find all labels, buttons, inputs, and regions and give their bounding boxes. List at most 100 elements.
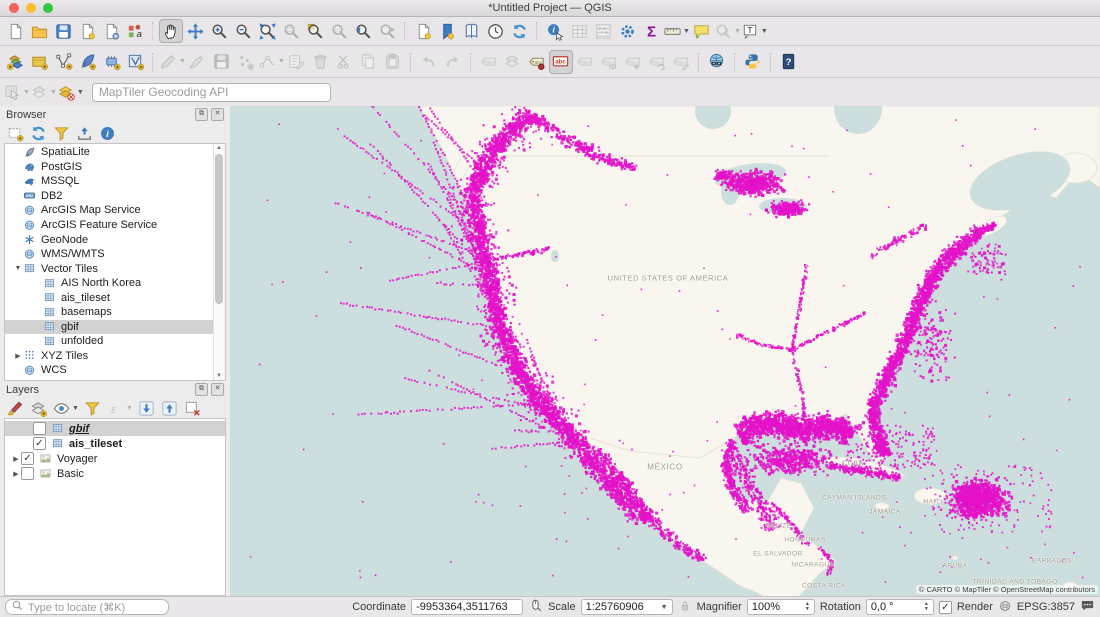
layer-item-ais-tileset[interactable]: ✓ais_tileset (5, 436, 225, 451)
temporal-controller-button[interactable] (483, 19, 507, 43)
save-project-as-button[interactable] (75, 19, 99, 43)
browser-tree[interactable]: SpatiaLitePostGISMSSQLDB2DB2ArcGIS Map S… (4, 143, 226, 381)
zoom-out-button[interactable] (231, 19, 255, 43)
browser-panel-header[interactable]: Browser ⧉ ✕ (0, 106, 230, 123)
browser-item-arcgis-map-service[interactable]: ArcGIS Map Service (5, 203, 214, 218)
manage-map-themes-button[interactable]: ▼ (52, 399, 79, 417)
new-geopackage-layer-button[interactable] (27, 50, 51, 74)
open-layer-styling-button[interactable] (6, 399, 25, 417)
filter-browser-button[interactable] (52, 124, 71, 142)
zoom-window-button[interactable] (43, 3, 53, 13)
browser-item-xyz-tiles[interactable]: ▶XYZ Tiles (5, 349, 214, 364)
render-checkbox[interactable]: ✓ (939, 601, 952, 614)
browser-item-arcgis-feature-service[interactable]: ArcGIS Feature Service (5, 218, 214, 233)
new-shapefile-layer-button[interactable] (51, 50, 75, 74)
stepper-icon[interactable]: ▲▼ (924, 602, 929, 612)
layer-labeling-options-button[interactable]: abc (549, 50, 573, 74)
python-console-button[interactable] (741, 50, 765, 74)
zoom-full-button[interactable] (255, 19, 279, 43)
layer-item-gbif[interactable]: gbif (5, 421, 225, 436)
map-canvas[interactable]: UNITED STATES OF AMERICAMÉXICOCUBACAYMAN… (230, 106, 1100, 596)
style-manager-button[interactable]: a (123, 19, 147, 43)
zoom-last-button[interactable] (351, 19, 375, 43)
refresh-browser-button[interactable] (29, 124, 48, 142)
crs-indicator[interactable]: EPSG:3857 (1017, 601, 1075, 613)
layout-manager-button[interactable] (435, 19, 459, 43)
messages-icon[interactable] (1080, 598, 1095, 616)
open-project-button[interactable] (27, 19, 51, 43)
select-by-value-button[interactable]: ▼ (57, 80, 84, 104)
locate-input[interactable]: Type to locate (⌘K) (5, 599, 169, 615)
scroll-down-icon[interactable]: ▼ (214, 373, 224, 379)
remove-layer-button[interactable] (183, 399, 202, 417)
new-temporary-scratch-layer-button[interactable] (123, 50, 147, 74)
browser-item-ais-tileset[interactable]: ais_tileset (5, 290, 214, 305)
show-bookmarks-button[interactable] (459, 19, 483, 43)
scroll-up-icon[interactable]: ▲ (214, 145, 224, 151)
layers-close-icon[interactable]: ✕ (211, 383, 224, 396)
identify-features-button[interactable]: i (543, 19, 567, 43)
collapse-all-button[interactable] (75, 124, 94, 142)
add-selected-layer-button[interactable] (6, 124, 25, 142)
magnifier-input[interactable]: 100% ▲▼ (747, 599, 815, 615)
browser-close-icon[interactable]: ✕ (211, 108, 224, 121)
data-source-manager-button[interactable] (3, 50, 27, 74)
browser-undock-icon[interactable]: ⧉ (195, 108, 208, 121)
browser-item-geonode[interactable]: GeoNode (5, 232, 214, 247)
tree-right-arrow-icon[interactable]: ▶ (11, 470, 21, 478)
close-window-button[interactable] (9, 3, 19, 13)
add-group-button[interactable] (29, 399, 48, 417)
browser-item-vector-tiles[interactable]: ▼Vector Tiles (5, 261, 214, 276)
browser-item-basemaps[interactable]: basemaps (5, 305, 214, 320)
browser-item-wms-wmts[interactable]: WMS/WMTS (5, 247, 214, 262)
layer-visibility-checkbox[interactable]: ✓ (33, 437, 46, 450)
save-project-button[interactable] (51, 19, 75, 43)
layer-visibility-checkbox[interactable]: ✓ (21, 452, 34, 465)
minimize-window-button[interactable] (26, 3, 36, 13)
pin-unpin-labels-button[interactable]: abc (525, 50, 549, 74)
coordinate-input[interactable]: -9953364,3511763 (411, 599, 523, 615)
title-bar[interactable]: *Untitled Project — QGIS (0, 0, 1100, 17)
filter-legend-button[interactable] (83, 399, 102, 417)
pan-map-button[interactable] (159, 19, 183, 43)
stepper-icon[interactable]: ▲▼ (805, 602, 810, 612)
layer-item-basic[interactable]: ▶Basic (5, 466, 225, 481)
extents-toggle-icon[interactable] (528, 598, 543, 616)
browser-item-spatialite[interactable]: SpatiaLite (5, 145, 214, 160)
text-annotation-button[interactable]: T▼ (741, 19, 768, 43)
browser-item-gbif[interactable]: gbif (5, 320, 214, 335)
layer-visibility-checkbox[interactable] (33, 422, 46, 435)
browser-item-postgis[interactable]: PostGIS (5, 160, 214, 175)
scrollbar-thumb[interactable] (215, 154, 223, 304)
layer-visibility-checkbox[interactable] (21, 467, 34, 480)
layers-undock-icon[interactable]: ⧉ (195, 383, 208, 396)
browser-item-ais-north-korea[interactable]: AIS North Korea (5, 276, 214, 291)
pan-to-selection-button[interactable] (183, 19, 207, 43)
layer-item-voyager[interactable]: ▶✓Voyager (5, 451, 225, 466)
new-virtual-layer-button[interactable] (99, 50, 123, 74)
new-print-layout-button[interactable] (411, 19, 435, 43)
tree-down-arrow-icon[interactable]: ▼ (13, 265, 23, 272)
browser-item-unfolded[interactable]: unfolded (5, 334, 214, 349)
browser-item-mssql[interactable]: MSSQL (5, 174, 214, 189)
tree-right-arrow-icon[interactable]: ▶ (13, 352, 23, 360)
show-statistics-button[interactable]: Σ (639, 19, 663, 43)
browser-item-wcs[interactable]: WCS (5, 363, 214, 378)
layers-list[interactable]: gbif✓ais_tileset▶✓Voyager▶Basic (4, 418, 226, 596)
zoom-in-button[interactable] (207, 19, 231, 43)
map-tips-button[interactable] (690, 19, 714, 43)
metasearch-button[interactable] (705, 50, 729, 74)
browser-item-db2[interactable]: DB2DB2 (5, 189, 214, 204)
measure-button[interactable]: ▼ (663, 19, 690, 43)
help-button[interactable]: ? (777, 50, 801, 74)
expand-all-button[interactable] (137, 399, 156, 417)
project-properties-button[interactable] (99, 19, 123, 43)
collapse-all-button[interactable] (160, 399, 179, 417)
rotation-input[interactable]: 0,0 ° ▲▼ (866, 599, 934, 615)
processing-toolbox-button[interactable] (615, 19, 639, 43)
new-project-button[interactable] (3, 19, 27, 43)
browser-scrollbar[interactable]: ▲ ▼ (213, 144, 225, 380)
scale-combobox[interactable]: 1:25760906 ▼ (581, 599, 673, 615)
new-spatialite-layer-button[interactable] (75, 50, 99, 74)
geocoding-search-input[interactable] (92, 83, 331, 102)
